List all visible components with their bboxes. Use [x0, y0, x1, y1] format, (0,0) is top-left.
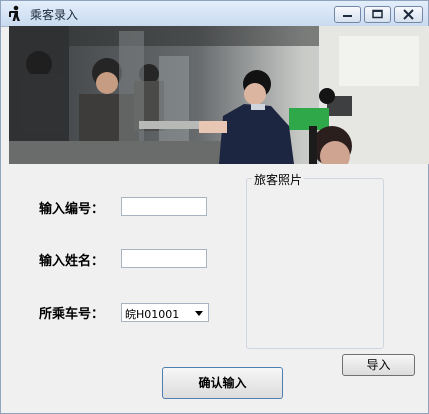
- window-title: 乘客录入: [30, 8, 79, 22]
- minimize-icon: [343, 15, 352, 17]
- title-bar: 乘客录入: [1, 1, 428, 27]
- close-icon: [403, 9, 414, 20]
- person-walking-icon: [9, 5, 20, 21]
- train-number-select[interactable]: 皖H01001: [121, 303, 209, 322]
- passenger-name-label: 输入姓名：: [39, 254, 105, 269]
- maximize-icon: [372, 9, 383, 19]
- close-button[interactable]: [394, 6, 423, 23]
- passenger-photo-frame: [246, 178, 384, 349]
- passenger-name-input[interactable]: [121, 249, 207, 268]
- passenger-id-label: 输入编号：: [39, 202, 105, 217]
- confirm-input-button[interactable]: 确认输入: [162, 367, 283, 399]
- maximize-button[interactable]: [364, 6, 391, 23]
- train-number-label: 所乘车号：: [39, 307, 105, 322]
- minimize-button[interactable]: [334, 6, 361, 23]
- passenger-id-input[interactable]: [121, 197, 207, 216]
- import-button[interactable]: 导入: [342, 354, 415, 376]
- dropdown-arrow-icon: [195, 311, 203, 316]
- train-number-value: 皖H01001: [125, 308, 180, 321]
- app-window: 乘客录入 输入编号： 输入姓名： 所乘车号： 皖H01001 旅客照片 导入 确…: [0, 0, 429, 414]
- passenger-photo-label: 旅客照片: [252, 171, 305, 188]
- station-ticket-counter-photo: [9, 26, 429, 164]
